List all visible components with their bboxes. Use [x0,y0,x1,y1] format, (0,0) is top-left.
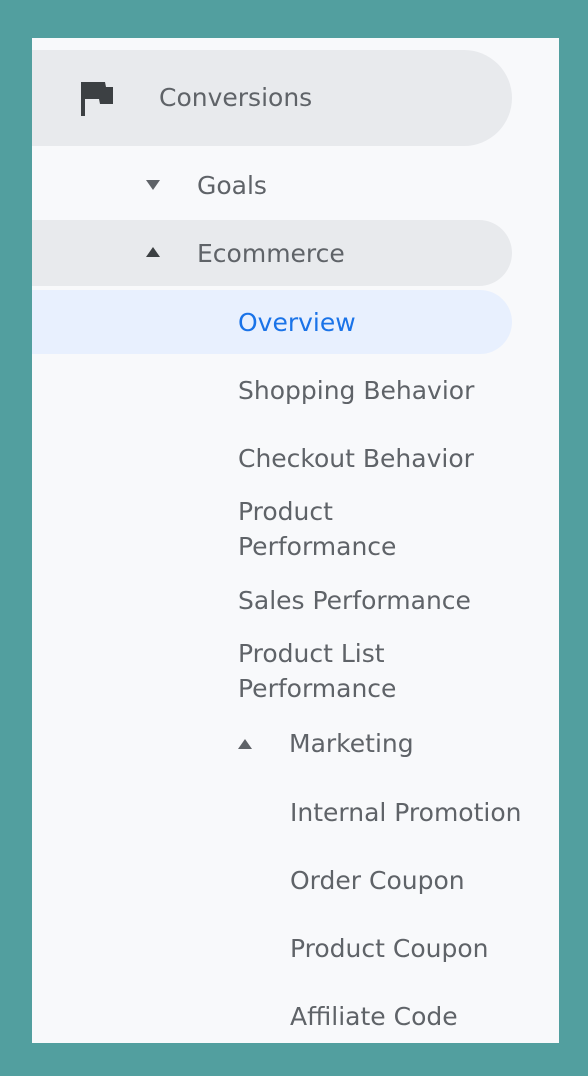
nav-product-list-performance[interactable]: Product List Performance [32,636,512,708]
nav-shopping-behavior-label: Shopping Behavior [238,376,475,405]
arrow-up-icon [238,739,252,749]
nav-ecommerce-label: Ecommerce [197,239,345,268]
nav-internal-promotion-label: Internal Promotion [290,798,522,827]
nav-product-coupon[interactable]: Product Coupon [32,930,512,974]
nav-order-coupon-label: Order Coupon [290,866,465,895]
nav-goals-label: Goals [197,171,267,200]
flag-icon [81,82,113,116]
arrow-down-icon [146,180,160,190]
nav-affiliate-code[interactable]: Affiliate Code [32,998,512,1042]
nav-product-performance[interactable]: Product Performance [32,494,512,566]
arrow-up-icon [146,247,160,257]
nav-product-performance-label: Product Performance [238,497,397,561]
nav-marketing-label: Marketing [289,729,414,758]
nav-sales-performance[interactable]: Sales Performance [32,582,512,626]
nav-order-coupon[interactable]: Order Coupon [32,862,512,906]
nav-product-coupon-label: Product Coupon [290,934,489,963]
nav-product-list-performance-label: Product List Performance [238,639,397,703]
nav-checkout-behavior-label: Checkout Behavior [238,444,474,473]
nav-overview[interactable]: Overview [32,290,512,354]
nav-affiliate-code-label: Affiliate Code [290,1002,458,1031]
nav-conversions-label: Conversions [159,83,313,112]
nav-marketing[interactable]: Marketing [32,722,512,766]
nav-sales-performance-label: Sales Performance [238,586,471,615]
nav-ecommerce[interactable]: Ecommerce [32,220,512,286]
nav-overview-label: Overview [238,308,356,337]
nav-goals[interactable]: Goals [32,164,512,209]
nav-conversions[interactable]: Conversions [32,50,512,146]
nav-shopping-behavior[interactable]: Shopping Behavior [32,372,512,416]
nav-checkout-behavior[interactable]: Checkout Behavior [32,440,512,484]
nav-internal-promotion[interactable]: Internal Promotion [32,794,522,838]
analytics-sidebar-panel: Conversions Goals Ecommerce Overview Sho… [32,38,559,1043]
